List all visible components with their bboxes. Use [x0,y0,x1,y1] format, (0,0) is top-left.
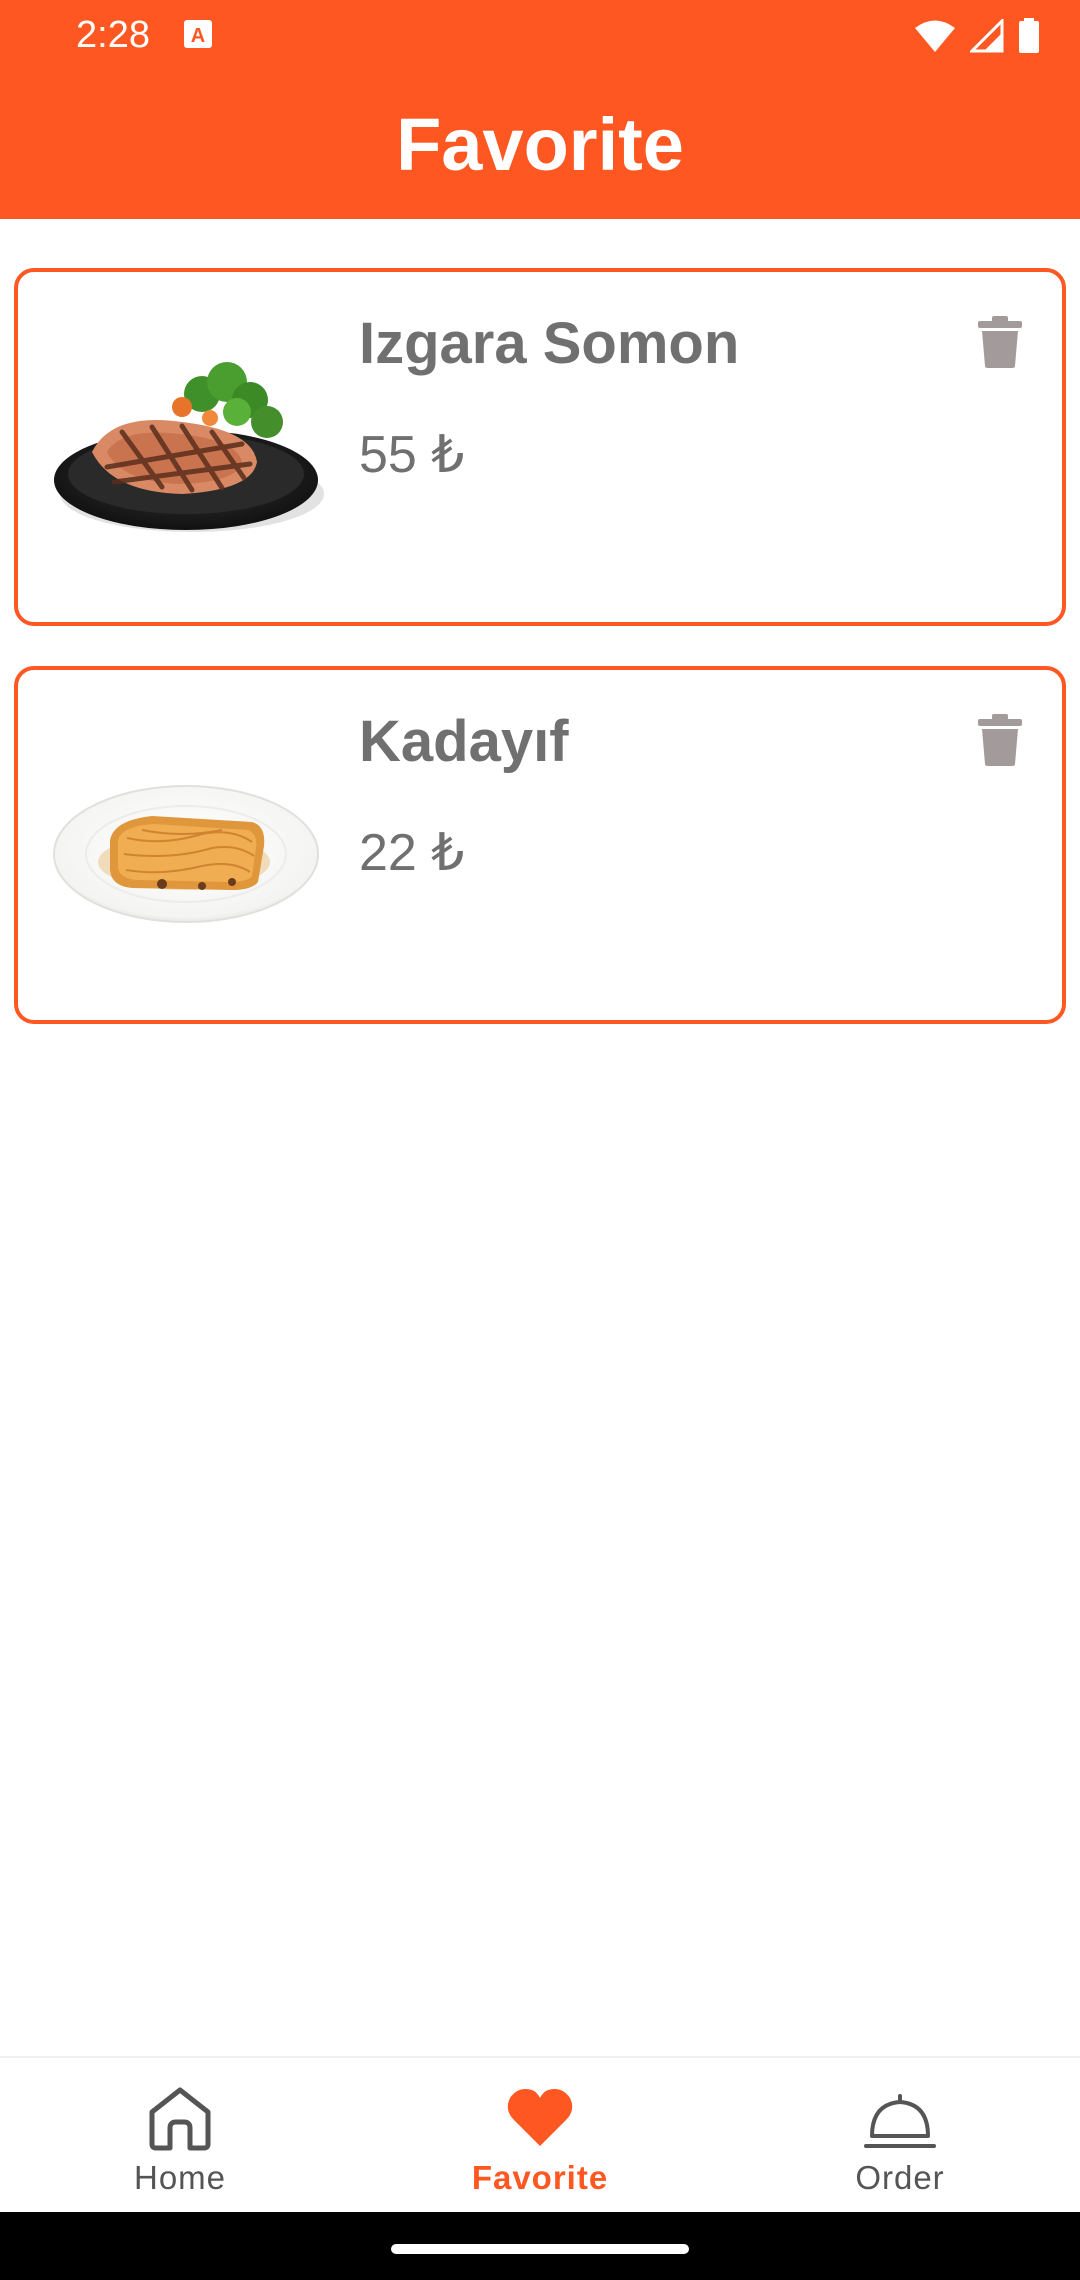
nav-label-home: Home [133,2159,227,2196]
favorite-item-card[interactable]: Kadayıf 22 ₺ [14,666,1066,1024]
delete-favorite-button[interactable] [968,708,1032,772]
nav-item-favorite[interactable]: Favorite [360,2058,720,2214]
status-time: 2:28 [76,14,150,56]
page-title: Favorite [396,103,684,186]
wifi-icon [915,20,955,52]
svg-text:A: A [191,25,205,47]
gesture-bar [0,2212,1080,2280]
home-gesture-handle[interactable] [391,2244,689,2254]
nav-label-order: Order [855,2159,945,2196]
status-icons [914,16,1040,56]
cloche-icon [864,2094,936,2148]
food-name: Kadayıf [359,709,569,774]
grilled-salmon-image [54,362,324,532]
heart-icon [507,2089,573,2146]
food-price: 22 ₺ [359,824,465,882]
app-bar: 2:28 A Favorite [0,0,1080,219]
battery-icon [1019,18,1039,53]
favorite-item-card[interactable]: Izgara Somon 55 ₺ [14,268,1066,626]
kadayif-dessert-image [53,785,319,923]
food-price: 55 ₺ [359,426,465,484]
trash-icon [978,714,1022,766]
food-name: Izgara Somon [359,311,740,376]
app-notification-icon: A [184,20,212,48]
nav-label-favorite: Favorite [471,2159,609,2196]
nav-item-home[interactable]: Home [0,2058,360,2214]
trash-icon [978,316,1022,368]
bottom-navigation: Home Favorite Order [0,2056,1080,2212]
home-icon [149,2087,211,2151]
delete-favorite-button[interactable] [968,310,1032,374]
status-bar: 2:28 A [0,0,1080,70]
cell-signal-icon [970,19,1004,53]
nav-item-order[interactable]: Order [720,2058,1080,2214]
